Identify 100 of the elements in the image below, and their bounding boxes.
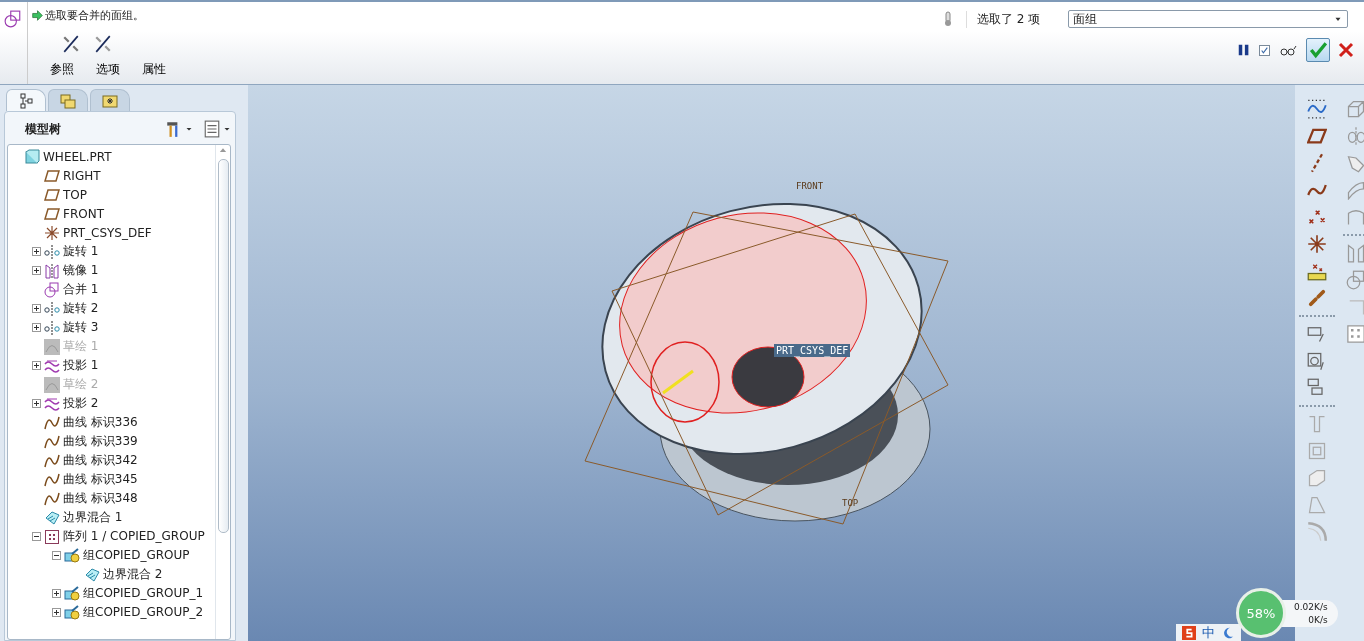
expand-toggle[interactable]: [32, 399, 41, 408]
tree-item[interactable]: 合并 1: [63, 281, 99, 298]
expand-toggle[interactable]: [32, 247, 41, 256]
download-speed: 0K/s: [1308, 614, 1328, 625]
tree-item[interactable]: 曲线 标识336: [63, 414, 138, 431]
revolve-icon: [44, 300, 60, 317]
datum-display-tool[interactable]: [1307, 99, 1327, 119]
chain-link-tool[interactable]: [1307, 288, 1327, 308]
cancel-button[interactable]: [1338, 42, 1354, 58]
expand-toggle[interactable]: [32, 361, 41, 370]
group-icon: [64, 547, 80, 564]
tree-item[interactable]: 边界混合 1: [63, 509, 123, 526]
arrow-right-icon: [32, 10, 43, 21]
projection-icon: [44, 395, 60, 412]
sweep-tool[interactable]: [1346, 153, 1364, 173]
settings-dropdown[interactable]: [165, 120, 193, 138]
tree-item[interactable]: 组COPIED_GROUP_2: [83, 604, 204, 621]
tree-item[interactable]: 镜像 1: [63, 262, 99, 279]
plane-icon: [44, 186, 60, 203]
selection-count: 选取了 2 项: [966, 10, 1041, 28]
plane-tool[interactable]: [1307, 126, 1327, 146]
curve-icon: [44, 452, 60, 469]
panel-tab[interactable]: 选项: [96, 61, 120, 78]
expand-toggle[interactable]: [32, 323, 41, 332]
merge-icon: [44, 281, 60, 298]
expand-toggle[interactable]: [32, 304, 41, 313]
revolve-icon: [44, 243, 60, 260]
filter-dropdown[interactable]: 面组: [1068, 10, 1349, 28]
rib-icon: [1307, 468, 1327, 488]
draft-icon: [1307, 495, 1327, 515]
scrollbar[interactable]: [215, 145, 230, 639]
upload-speed: 0.02K/s: [1294, 601, 1328, 612]
merge-icon: [1346, 270, 1364, 290]
tree-item[interactable]: 投影 2: [63, 395, 99, 412]
tree-item[interactable]: 边界混合 2: [103, 566, 163, 583]
sweep-icon: [1346, 153, 1364, 173]
collapse-toggle[interactable]: [32, 532, 41, 541]
part-icon: [24, 148, 40, 165]
surface-icon: [1346, 207, 1364, 227]
tree-icon: [18, 92, 34, 109]
tree-item[interactable]: 曲线 标识345: [63, 471, 138, 488]
tree-item[interactable]: 曲线 标识339: [63, 433, 138, 450]
hole-icon: [1307, 414, 1327, 434]
list-icon: [203, 120, 221, 138]
tree-item[interactable]: WHEEL.PRT: [43, 149, 112, 164]
flip-direction-button[interactable]: [94, 35, 112, 53]
paste-icon: [1307, 351, 1327, 371]
tree-item[interactable]: 旋转 2: [63, 300, 99, 317]
paste-tool[interactable]: [1307, 351, 1327, 371]
fill-pattern-icon: [1346, 324, 1364, 344]
flip-direction-button[interactable]: [62, 35, 80, 53]
expand-toggle[interactable]: [52, 589, 61, 598]
point-tool[interactable]: [1307, 207, 1327, 227]
expand-toggle[interactable]: [52, 608, 61, 617]
navigator-tab[interactable]: [6, 89, 46, 111]
projection-icon: [44, 357, 60, 374]
diagonal-arrows-icon: [62, 35, 80, 53]
tree-item[interactable]: RIGHT: [63, 168, 101, 183]
tree-item[interactable]: 曲线 标识348: [63, 490, 138, 507]
close-icon: [1338, 42, 1354, 58]
blend-icon: [1346, 180, 1364, 200]
collapse-toggle[interactable]: [52, 551, 61, 560]
tree-item[interactable]: 组COPIED_GROUP_1: [83, 585, 204, 602]
tree-item[interactable]: TOP: [63, 187, 87, 202]
point-icon: [1307, 207, 1327, 227]
panel-title: 模型树: [25, 120, 62, 138]
input-method-logo-icon: [1182, 625, 1196, 640]
tree-item[interactable]: 旋转 3: [63, 319, 99, 336]
plane-icon: [1307, 126, 1327, 146]
chain-link-icon: [1307, 288, 1327, 308]
tree-item[interactable]: PRT_CSYS_DEF: [63, 225, 152, 240]
copy-tool[interactable]: [1307, 324, 1327, 344]
preview-checkbox[interactable]: [1259, 44, 1270, 56]
fill-pattern-tool[interactable]: [1346, 324, 1364, 344]
copy-icon: [1307, 324, 1327, 344]
extrude-icon: [1346, 99, 1364, 119]
confirm-button[interactable]: [1306, 38, 1330, 62]
expand-toggle[interactable]: [32, 266, 41, 275]
panel-tab[interactable]: 参照: [50, 61, 74, 78]
navigator-tab[interactable]: [90, 89, 130, 111]
boundary-blend-icon: [84, 566, 100, 583]
curve-icon: [44, 433, 60, 450]
caret-icon: [223, 125, 231, 133]
pause-button[interactable]: [1237, 43, 1251, 57]
panel-tab[interactable]: 属性: [142, 61, 166, 78]
tree-item[interactable]: 曲线 标识342: [63, 452, 138, 469]
datum-label: PRT_CSYS_DEF: [776, 345, 849, 356]
datum-display-icon: [1307, 99, 1327, 119]
tree-item[interactable]: 阵列 1 / COPIED_GROUP: [63, 528, 205, 545]
folders-icon: [60, 92, 76, 109]
curve-icon: [44, 490, 60, 507]
tree-item[interactable]: 投影 1: [63, 357, 99, 374]
show-dropdown[interactable]: [203, 120, 231, 138]
mirror-icon: [1346, 243, 1364, 263]
coordinate-system-tool[interactable]: [1307, 234, 1327, 254]
tree-item[interactable]: 组COPIED_GROUP: [83, 547, 190, 564]
tree-item[interactable]: FRONT: [63, 206, 104, 221]
analysis-tool[interactable]: [1307, 261, 1327, 281]
tree-item[interactable]: 旋转 1: [63, 243, 99, 260]
boundary-blend-icon: [44, 509, 60, 526]
